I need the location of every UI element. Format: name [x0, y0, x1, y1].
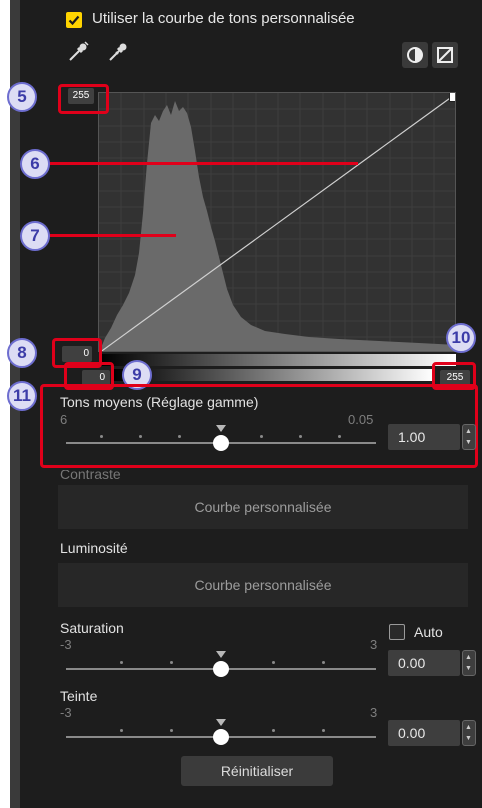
- saturation-slider-knob[interactable]: [213, 661, 229, 677]
- callout-5: 5: [7, 82, 37, 112]
- use-custom-curve-checkbox[interactable]: [66, 12, 82, 28]
- contrast-icon: [407, 47, 423, 63]
- callout-7: 7: [20, 221, 50, 251]
- slider-tick: [120, 729, 123, 732]
- slider-tick: [322, 729, 325, 732]
- spin-up-icon[interactable]: ▲: [465, 724, 472, 732]
- spin-down-icon[interactable]: ▼: [465, 735, 472, 743]
- midtones-slider-knob[interactable]: [213, 435, 229, 451]
- slider-tick: [120, 661, 123, 664]
- callout-11: 11: [7, 381, 37, 411]
- slider-default-marker: [216, 425, 226, 432]
- slider-tick: [170, 729, 173, 732]
- slider-default-marker: [216, 719, 226, 726]
- midtones-range-min: 6: [60, 412, 68, 427]
- auto-contrast-button[interactable]: [402, 42, 428, 68]
- saturation-spinner[interactable]: ▲ ▼: [462, 650, 476, 676]
- callout-line-7: [48, 234, 176, 237]
- reset-curve-linear-button[interactable]: [432, 42, 458, 68]
- hue-label: Teinte: [60, 688, 98, 704]
- saturation-value-field[interactable]: 0.00: [388, 650, 460, 676]
- slider-tick: [338, 435, 341, 438]
- hue-slider-knob[interactable]: [213, 729, 229, 745]
- slider-tick: [322, 661, 325, 664]
- saturation-range-max: 3: [370, 637, 378, 652]
- slider-tick: [139, 435, 142, 438]
- slider-tick: [272, 729, 275, 732]
- callout-8: 8: [7, 338, 37, 368]
- spin-up-icon[interactable]: ▲: [465, 654, 472, 662]
- slider-tick: [178, 435, 181, 438]
- contrast-preset-box[interactable]: Courbe personnalisée: [58, 485, 468, 529]
- slider-tick: [170, 661, 173, 664]
- midtones-label: Tons moyens (Réglage gamme): [60, 394, 259, 410]
- reset-button[interactable]: Réinitialiser: [181, 756, 333, 786]
- saturation-auto-label: Auto: [414, 624, 443, 640]
- slider-tick: [272, 661, 275, 664]
- callout-line-6: [48, 162, 358, 165]
- slider-tick: [299, 435, 302, 438]
- input-gradient-bar: [100, 354, 456, 366]
- brightness-preset-box[interactable]: Courbe personnalisée: [58, 563, 468, 607]
- saturation-label: Saturation: [60, 620, 124, 636]
- use-custom-curve-label: Utiliser la courbe de tons personnalisée: [92, 10, 355, 27]
- spin-up-icon[interactable]: ▲: [465, 428, 472, 436]
- callout-10: 10: [446, 323, 476, 353]
- histogram-and-curve: [99, 93, 455, 351]
- output-gradient-bar: [114, 369, 434, 381]
- callout-box-5: [58, 84, 109, 114]
- midtones-spinner[interactable]: ▲ ▼: [462, 424, 476, 450]
- slider-tick: [260, 435, 263, 438]
- spin-down-icon[interactable]: ▼: [465, 439, 472, 447]
- hue-value-field[interactable]: 0.00: [388, 720, 460, 746]
- callout-6: 6: [20, 149, 50, 179]
- saturation-auto-checkbox[interactable]: [389, 624, 405, 640]
- slider-default-marker: [216, 651, 226, 658]
- tone-curve-graph[interactable]: [98, 92, 456, 352]
- checkmark-icon: [68, 15, 80, 26]
- hue-range-min: -3: [60, 705, 72, 720]
- midtones-range-max: 0.05: [348, 412, 374, 427]
- brightness-label: Luminosité: [60, 540, 128, 556]
- spin-down-icon[interactable]: ▼: [465, 665, 472, 673]
- hue-spinner[interactable]: ▲ ▼: [462, 720, 476, 746]
- saturation-range-min: -3: [60, 637, 72, 652]
- midtones-value-field[interactable]: 1.00: [388, 424, 460, 450]
- hue-range-max: 3: [370, 705, 378, 720]
- black-point-eyedropper-icon[interactable]: [66, 40, 90, 64]
- slider-tick: [100, 435, 103, 438]
- white-point-eyedropper-icon[interactable]: [106, 40, 130, 64]
- curve-white-point-handle[interactable]: [449, 93, 455, 102]
- linear-curve-icon: [437, 47, 453, 63]
